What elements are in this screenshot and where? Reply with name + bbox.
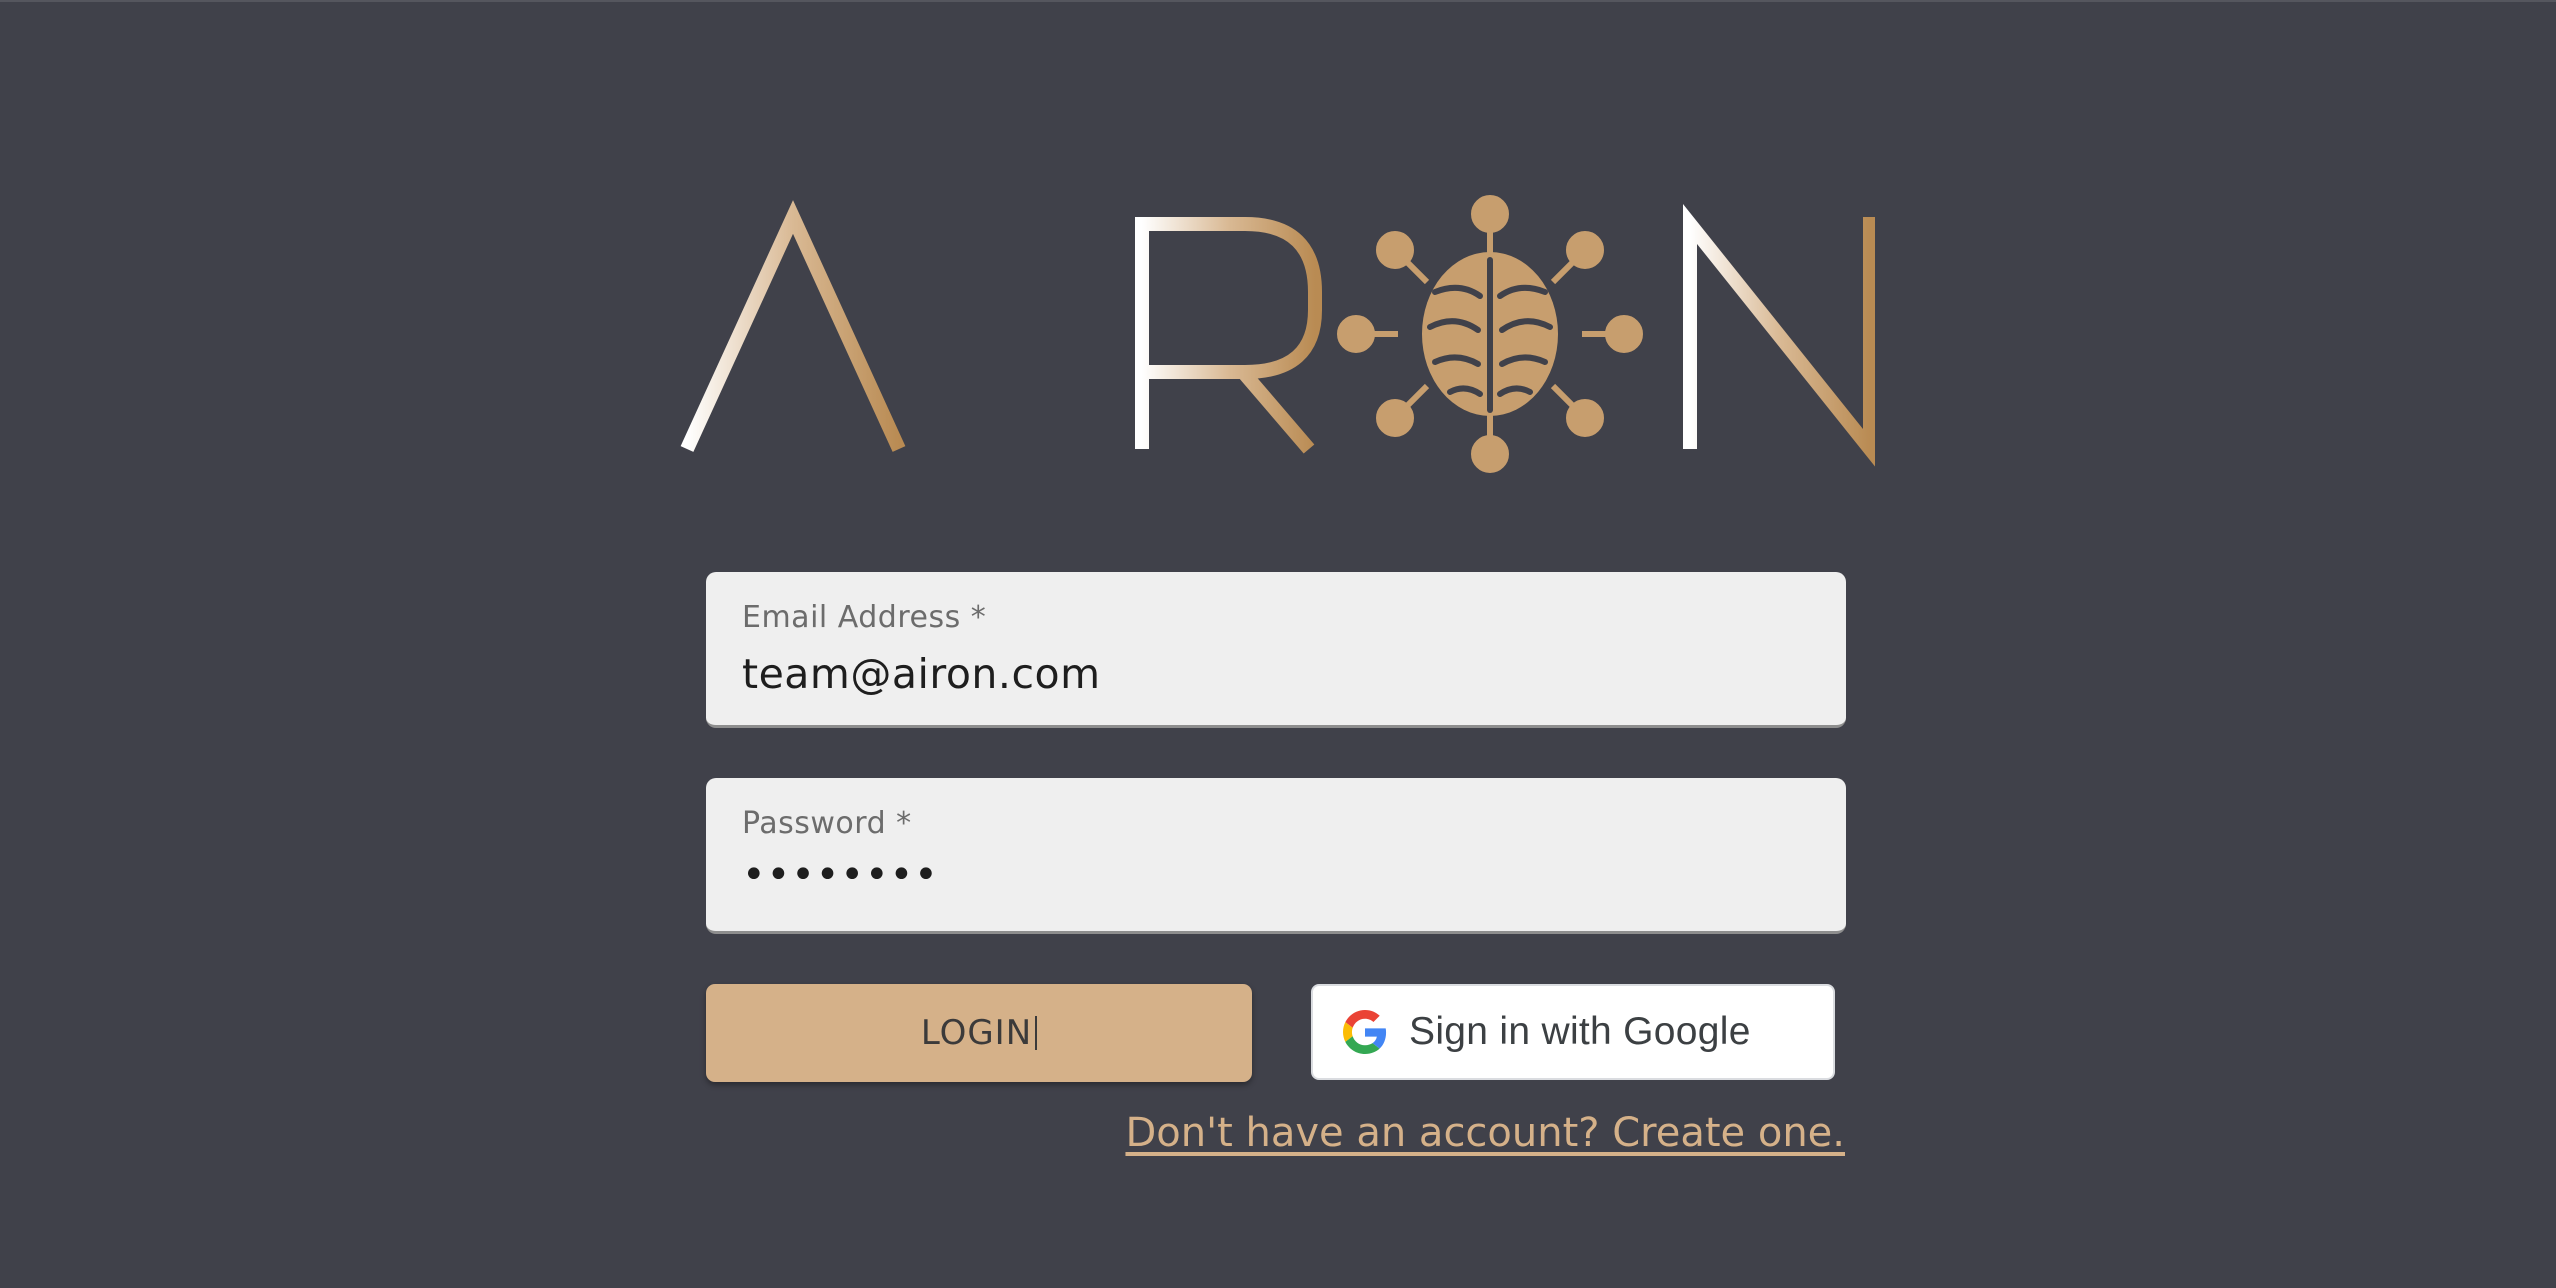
create-account-link[interactable]: Don't have an account? Create one. <box>1125 1110 1845 1156</box>
airon-logo <box>675 192 1875 482</box>
google-g-icon <box>1343 1010 1387 1054</box>
login-button[interactable]: LOGIN <box>706 984 1252 1082</box>
email-field[interactable]: Email Address * team@airon.com <box>706 572 1846 728</box>
login-button-label: LOGIN <box>920 1013 1033 1053</box>
email-input[interactable]: team@airon.com <box>742 650 1101 698</box>
password-label: Password * <box>742 806 912 841</box>
email-label: Email Address * <box>742 600 987 635</box>
password-input[interactable]: •••••••• <box>742 852 939 898</box>
password-field[interactable]: Password * •••••••• <box>706 778 1846 934</box>
login-page: Email Address * team@airon.com Password … <box>0 0 2556 1288</box>
google-sign-in-button[interactable]: Sign in with Google <box>1311 984 1835 1080</box>
google-button-label: Sign in with Google <box>1409 1010 1751 1053</box>
text-cursor <box>1035 1016 1038 1050</box>
